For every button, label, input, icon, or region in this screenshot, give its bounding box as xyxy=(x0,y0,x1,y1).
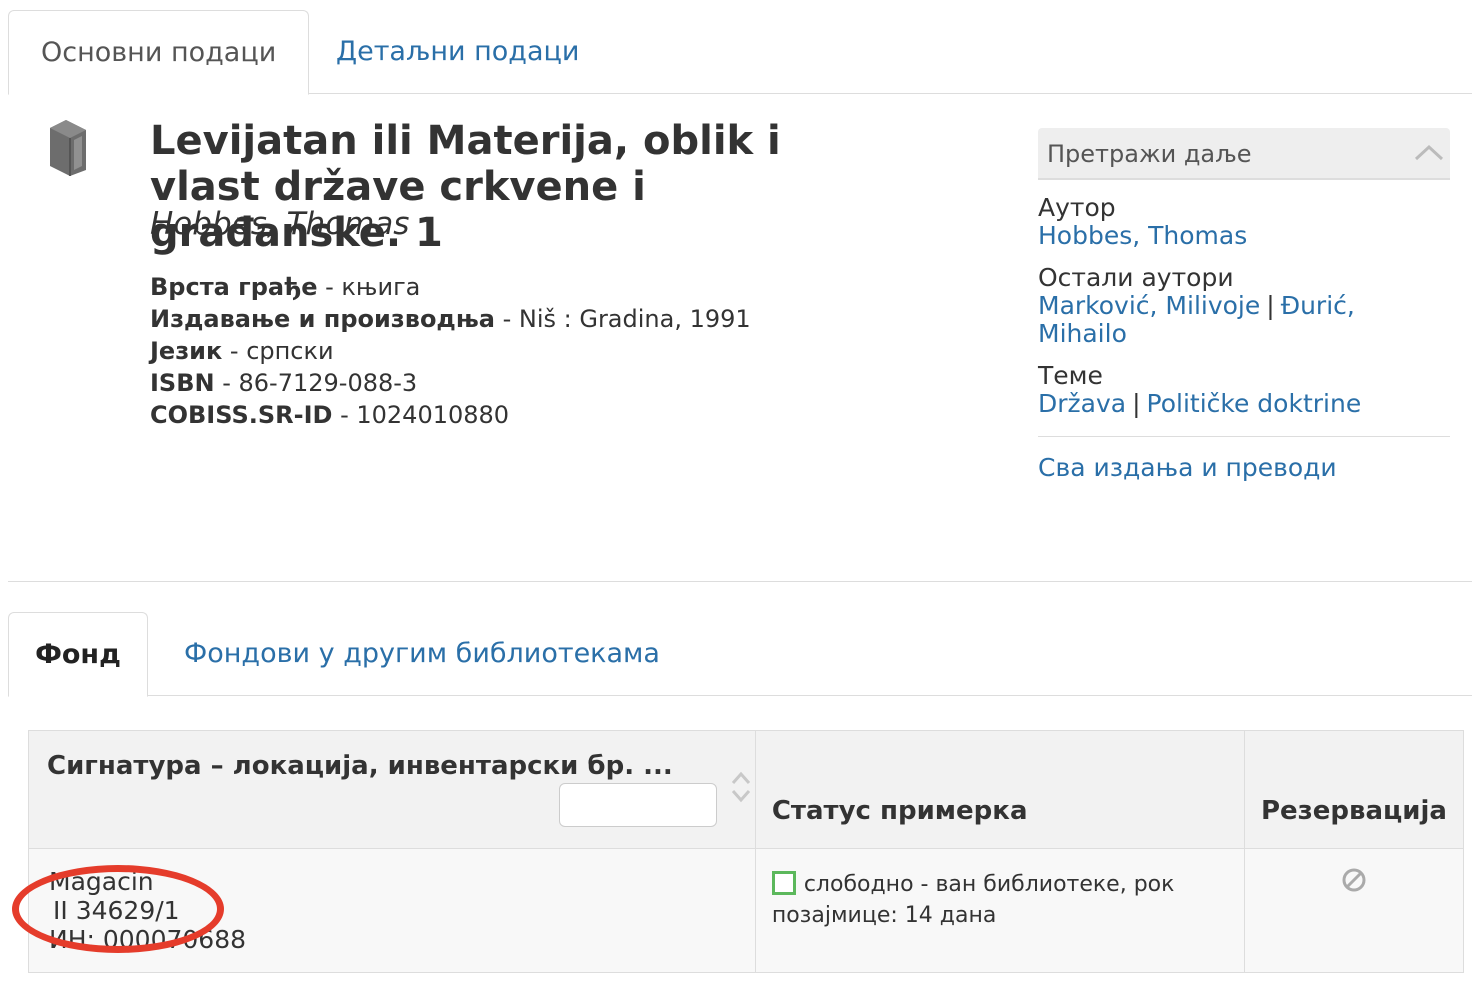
author-label: Аутор xyxy=(1038,193,1116,222)
field-separator: - xyxy=(222,337,247,365)
field-separator: - xyxy=(317,273,342,301)
search-further-title: Претражи даље xyxy=(1047,140,1252,168)
chevron-up-icon[interactable] xyxy=(1414,142,1444,162)
column-header-call-number[interactable]: Сигнатура – локација, инвентарски бр. ..… xyxy=(28,730,756,849)
field-cobiss-id: COBISS.SR-ID - 1024010880 xyxy=(150,399,751,431)
field-value: 1024010880 xyxy=(356,401,510,429)
status-cell: слободно - ван библиотеке, рок позајмице… xyxy=(754,848,1245,973)
inventory-number-text: ИН: 000070688 xyxy=(49,925,247,954)
call-number-header-label: Сигнатура – локација, инвентарски бр. ..… xyxy=(47,751,673,781)
column-header-reservation[interactable]: Резервација xyxy=(1243,730,1465,849)
subject-link[interactable]: Političke doktrine xyxy=(1147,389,1362,418)
field-label: Језик xyxy=(150,337,223,365)
field-value: књига xyxy=(341,273,421,301)
location-text: Magacin xyxy=(49,867,154,896)
subject-link[interactable]: Država xyxy=(1038,389,1126,418)
panel-author-group: Аутор Hobbes, Thomas xyxy=(1038,194,1450,250)
sort-icon[interactable] xyxy=(729,769,753,805)
tab-other-libraries[interactable]: Фондови у другим библиотекама xyxy=(184,612,660,696)
book-icon xyxy=(50,120,86,176)
tab-holdings[interactable]: Фонд xyxy=(8,612,148,697)
record-section: Levijatan ili Materija, oblik i vlast dr… xyxy=(8,94,1472,582)
call-number-filter-input[interactable] xyxy=(559,783,717,827)
search-further-panel: Претражи даље Аутор Hobbes, Thomas Остал… xyxy=(1038,128,1450,482)
panel-subjects-group: Теме Država | Političke doktrine xyxy=(1038,362,1450,418)
field-separator: - xyxy=(494,305,519,333)
other-authors-list: Marković, Milivoje | Đurić, Mihailo xyxy=(1038,292,1378,348)
top-tabs: Основни подаци Детаљни подаци xyxy=(8,10,1472,95)
all-editions-group: Сва издања и преводи xyxy=(1038,453,1450,482)
table-row: Magacin II 34629/1 ИН: 000070688 слободн… xyxy=(12,848,1465,973)
field-isbn: ISBN - 86-7129-088-3 xyxy=(150,367,751,399)
status-text: слободно - ван библиотеке, рок позајмице… xyxy=(771,872,1175,928)
field-label: Издавање и производња xyxy=(150,305,495,333)
tab-basic-data[interactable]: Основни подаци xyxy=(8,10,310,95)
call-number-text: II 34629/1 xyxy=(53,896,180,925)
field-separator: - xyxy=(214,369,239,397)
subjects-label: Теме xyxy=(1038,361,1103,390)
field-label: ISBN xyxy=(150,369,215,397)
all-editions-link[interactable]: Сва издања и преводи xyxy=(1038,453,1337,482)
field-value: 86-7129-088-3 xyxy=(238,369,418,397)
holdings-tabs: Фонд Фондови у другим библиотекама xyxy=(8,612,1472,697)
holdings-table: Сигнатура – локација, инвентарски бр. ..… xyxy=(12,730,1465,973)
reservation-cell xyxy=(1243,848,1465,973)
table-header-row: Сигнатура – локација, инвентарски бр. ..… xyxy=(28,730,1465,849)
field-language: Језик - српски xyxy=(150,335,751,367)
field-publication: Издавање и производња - Niš : Gradina, 1… xyxy=(150,303,751,335)
call-number-cell: Magacin II 34629/1 ИН: 000070688 xyxy=(12,848,756,973)
field-label: Врста грађе xyxy=(150,273,318,301)
panel-divider xyxy=(1038,436,1450,437)
tab-detailed-data[interactable]: Детаљни подаци xyxy=(304,10,611,94)
available-status-icon xyxy=(771,871,796,895)
field-separator: - xyxy=(332,401,357,429)
pipe-separator: | xyxy=(1266,291,1275,320)
record-author: Hobbes, Thomas xyxy=(150,206,410,242)
search-further-header[interactable]: Претражи даље xyxy=(1038,128,1450,180)
record-fields: Врста грађе - књига Издавање и производњ… xyxy=(150,271,751,431)
other-author-link[interactable]: Marković, Milivoje xyxy=(1038,291,1260,320)
pipe-separator: | xyxy=(1132,389,1141,418)
field-label: COBISS.SR-ID xyxy=(150,401,333,429)
not-available-icon xyxy=(1342,868,1366,892)
other-authors-label: Остали аутори xyxy=(1038,263,1234,292)
column-header-status[interactable]: Статус примерка xyxy=(754,730,1245,849)
field-value: Niš : Gradina, 1991 xyxy=(518,305,751,333)
panel-other-authors-group: Остали аутори Marković, Milivoje | Đurić, … xyxy=(1038,264,1450,348)
field-value: српски xyxy=(246,337,334,365)
author-link[interactable]: Hobbes, Thomas xyxy=(1038,221,1247,250)
field-material-type: Врста грађе - књига xyxy=(150,271,751,303)
